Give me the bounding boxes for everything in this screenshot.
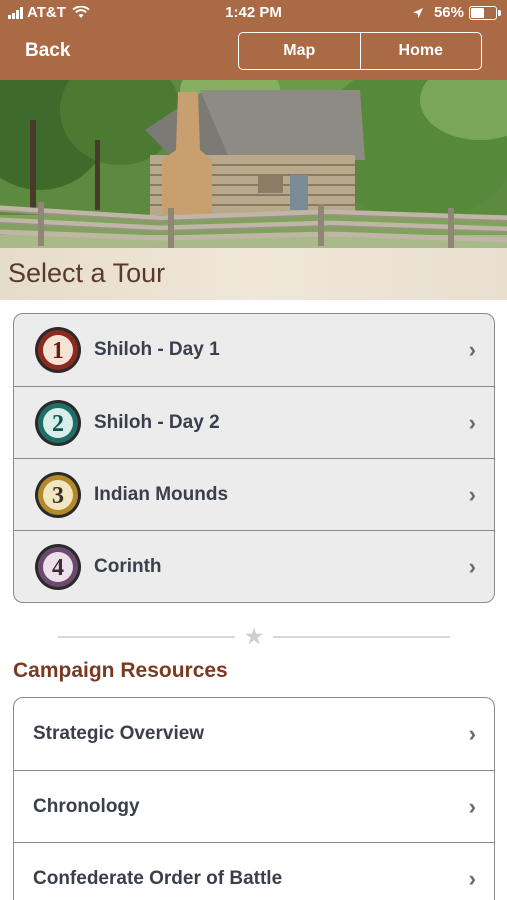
resource-row-chronology[interactable]: Chronology ›	[14, 770, 494, 842]
page-title: Select a Tour	[8, 258, 166, 288]
tour-label: Indian Mounds	[94, 483, 229, 505]
chevron-right-icon: ›	[468, 409, 476, 435]
resource-row-confederate-order[interactable]: Confederate Order of Battle ›	[14, 842, 494, 900]
back-button[interactable]: Back	[25, 40, 70, 62]
tour-number-4-icon: 4	[35, 544, 81, 590]
resources-list: Strategic Overview › Chronology › Confed…	[13, 697, 495, 900]
location-arrow-icon	[412, 7, 423, 18]
svg-text:3: 3	[52, 483, 64, 509]
tour-label: Shiloh - Day 1	[94, 339, 220, 360]
battery-percent: 56%	[433, 4, 464, 21]
resource-label: Confederate Order of Battle	[33, 867, 283, 889]
chevron-right-icon: ›	[468, 553, 476, 579]
svg-text:1: 1	[52, 338, 64, 364]
resources-heading: Campaign Resources	[13, 659, 228, 682]
chevron-right-icon: ›	[468, 721, 476, 746]
section-divider: ★	[58, 623, 450, 649]
battery-level	[471, 7, 485, 18]
tour-row-1[interactable]: 1 Shiloh - Day 1 ›	[14, 314, 494, 386]
map-button[interactable]: Map	[239, 33, 360, 69]
tour-number-1-icon: 1	[35, 327, 81, 373]
home-button[interactable]: Home	[359, 33, 482, 69]
svg-text:2: 2	[52, 411, 64, 437]
resource-label: Chronology	[33, 795, 140, 817]
chevron-right-icon: ›	[468, 337, 476, 362]
tour-number-3-icon: 3	[35, 472, 81, 518]
tour-row-3[interactable]: 3 Indian Mounds ›	[14, 458, 494, 530]
chevron-right-icon: ›	[468, 793, 476, 819]
tour-label: Corinth	[94, 555, 162, 577]
resource-label: Strategic Overview	[33, 723, 205, 744]
tour-label: Shiloh - Day 2	[94, 411, 220, 433]
tour-number-2-icon: 2	[35, 400, 81, 446]
status-right: 56%	[412, 4, 501, 21]
nav-bar: Back Map Home	[0, 26, 507, 80]
star-icon: ★	[243, 623, 265, 649]
chevron-right-icon: ›	[468, 481, 476, 507]
battery-icon	[469, 5, 501, 20]
nav-segmented-control: Map Home	[238, 32, 482, 70]
resource-row-strategic-overview[interactable]: Strategic Overview ›	[14, 698, 494, 770]
hero-image-log-cabin	[0, 80, 507, 248]
tour-row-2[interactable]: 2 Shiloh - Day 2 ›	[14, 386, 494, 458]
tour-row-4[interactable]: 4 Corinth ›	[14, 530, 494, 602]
section-header-band: Select a Tour	[0, 248, 507, 300]
chevron-right-icon: ›	[468, 865, 476, 891]
tour-list: 1 Shiloh - Day 1 › 2 Shiloh - Day 2 › 3 …	[13, 313, 495, 603]
status-bar: AT&T 1:42 PM 56%	[0, 0, 507, 26]
svg-text:4: 4	[52, 555, 64, 581]
